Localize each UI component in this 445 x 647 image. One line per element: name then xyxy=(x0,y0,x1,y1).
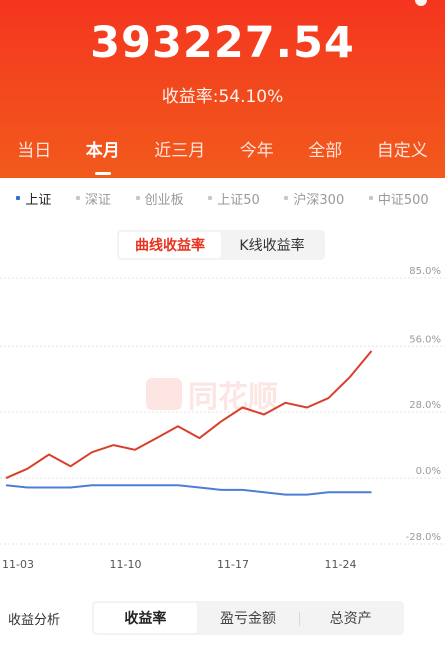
index-dot-icon xyxy=(208,196,213,200)
chart-mode-toggle: 曲线收益率 K线收益率 xyxy=(117,230,325,260)
x-tick-label: 11-03 xyxy=(2,558,34,571)
index-tab-label: 创业板 xyxy=(144,192,184,208)
y-tick-label: 0.0% xyxy=(416,466,441,477)
chart-series xyxy=(5,350,373,496)
index-tab-chinext[interactable]: 创业板 xyxy=(135,189,184,208)
analysis-bar: 收益分析 收益率 盈亏金额 总资产 xyxy=(0,600,445,636)
tab-return-rate[interactable]: 收益率 xyxy=(94,603,197,633)
portfolio-return-line xyxy=(5,350,373,480)
tab-period-today[interactable]: 当日 xyxy=(13,130,55,167)
period-tabs: 当日 本月 近三月 今年 全部 自定义 xyxy=(0,128,445,175)
analysis-tabs: 收益率 盈亏金额 总资产 xyxy=(92,601,404,635)
tab-period-this-month[interactable]: 本月 xyxy=(82,130,124,175)
y-tick-label: 28.0% xyxy=(409,400,441,411)
status-dot-icon xyxy=(415,0,427,6)
total-assets-amount: 393227.54 xyxy=(90,18,355,68)
index-tab-csi300[interactable]: 沪深300 xyxy=(284,189,344,208)
index-tab-csi500[interactable]: 中证500 xyxy=(368,189,429,208)
index-tab-label: 沪深300 xyxy=(293,192,345,208)
header-panel: 393227.54 收益率:54.10% 当日 本月 近三月 今年 全部 自定义 xyxy=(0,0,445,178)
benchmark-index-line xyxy=(5,484,372,496)
index-dot-icon xyxy=(135,196,140,200)
index-tab-label: 上证 xyxy=(25,192,52,208)
index-dot-icon xyxy=(368,196,373,200)
index-tab-label: 中证500 xyxy=(377,192,429,208)
return-rate-label: 收益率:54.10% xyxy=(161,87,284,107)
y-tick-label: 85.0% xyxy=(409,266,441,277)
tab-period-all[interactable]: 全部 xyxy=(304,130,346,167)
tab-total-assets[interactable]: 总资产 xyxy=(299,603,402,633)
tab-profit-loss[interactable]: 盈亏金额 xyxy=(197,603,300,633)
index-tab-sse50[interactable]: 上证50 xyxy=(208,189,260,208)
tab-period-custom[interactable]: 自定义 xyxy=(373,130,432,167)
index-dot-icon xyxy=(16,196,21,200)
tab-period-three-months[interactable]: 近三月 xyxy=(150,130,209,167)
index-tab-label: 深证 xyxy=(84,192,111,208)
tab-kline-return[interactable]: K线收益率 xyxy=(221,232,323,258)
index-selector: 上证 深证 创业板 上证50 沪深300 中证500 xyxy=(0,188,445,208)
index-tab-sse[interactable]: 上证 xyxy=(16,189,51,208)
y-axis-ticks: 85.0% 56.0% 28.0% 0.0% -28.0% xyxy=(406,266,441,543)
index-tab-szse[interactable]: 深证 xyxy=(75,189,111,208)
analysis-label: 收益分析 xyxy=(8,612,61,628)
index-dot-icon xyxy=(284,196,289,200)
x-tick-label: 11-17 xyxy=(217,558,249,571)
tab-period-this-year[interactable]: 今年 xyxy=(236,130,278,167)
return-chart: 85.0% 56.0% 28.0% 0.0% -28.0% 11-03 11-10 11-1… xyxy=(0,266,445,571)
x-tick-label: 11-10 xyxy=(110,558,142,571)
index-dot-icon xyxy=(75,196,80,200)
chart-grid xyxy=(0,277,445,545)
y-tick-label: 56.0% xyxy=(409,334,441,345)
tab-curve-return[interactable]: 曲线收益率 xyxy=(119,232,221,258)
x-tick-label: 11-24 xyxy=(325,558,357,571)
index-tab-label: 上证50 xyxy=(217,192,260,208)
y-tick-label: -28.0% xyxy=(406,532,441,543)
x-axis-ticks: 11-03 11-10 11-17 11-24 xyxy=(2,558,356,571)
